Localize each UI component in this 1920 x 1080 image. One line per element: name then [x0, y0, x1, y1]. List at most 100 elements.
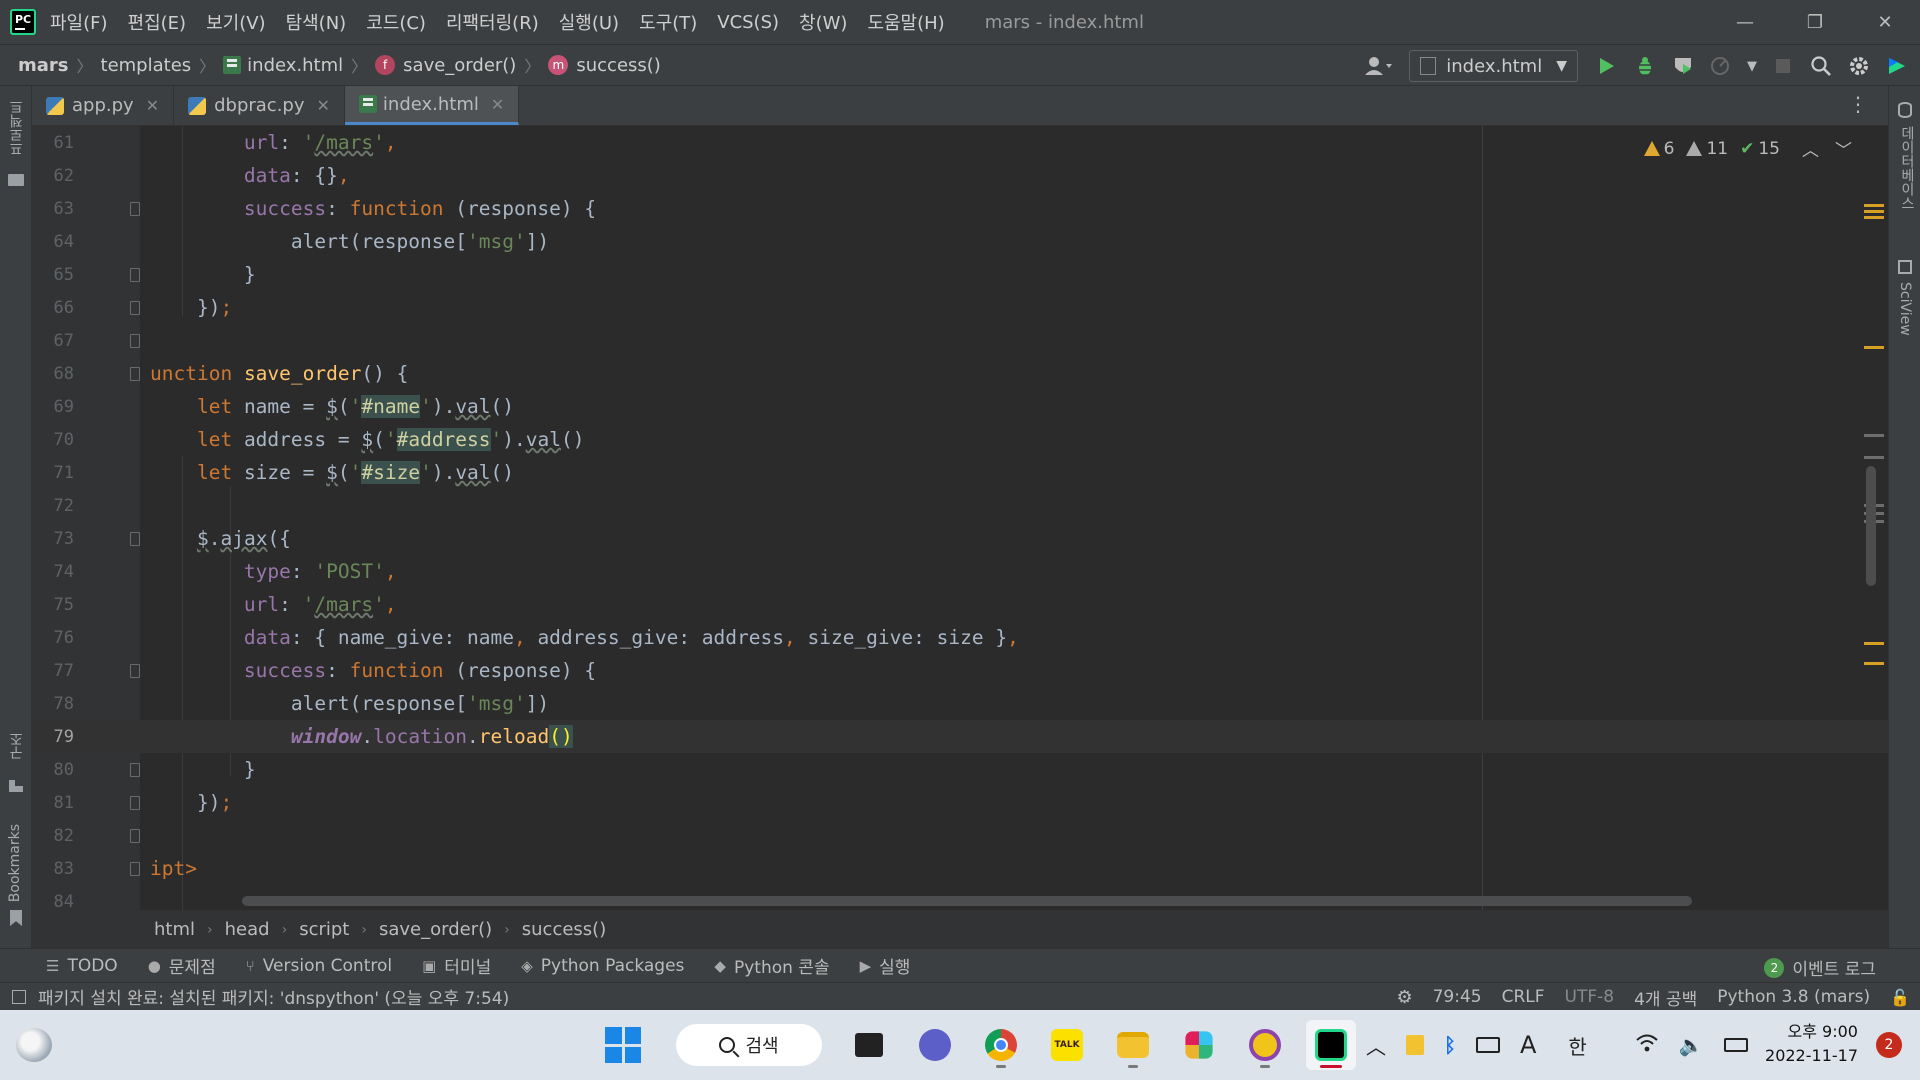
tab-index-html[interactable]: index.html ✕ [344, 86, 520, 125]
fold-marker-icon[interactable] [130, 366, 140, 381]
wifi-icon[interactable] [1635, 1033, 1659, 1058]
more-run-chevron-icon[interactable]: ▼ [1744, 51, 1760, 81]
warning-count[interactable]: 6 [1643, 139, 1674, 159]
error-stripe-mark[interactable] [1864, 434, 1884, 437]
fold-marker-icon[interactable] [130, 663, 140, 678]
version-control-tool-button[interactable]: ⑂ Version Control [246, 956, 392, 976]
ime-mode-icon[interactable]: A [1520, 1031, 1536, 1059]
fold-marker-icon[interactable] [130, 531, 140, 546]
error-stripe-mark[interactable] [1864, 642, 1884, 645]
menu-file[interactable]: 파일(F) [50, 9, 108, 35]
menu-window[interactable]: 창(W) [799, 9, 847, 35]
event-log-button[interactable]: 2 이벤트 로그 [1764, 955, 1876, 980]
nav-crumb-function[interactable]: f save_order() [375, 55, 516, 76]
menu-code[interactable]: 코드(C) [366, 9, 426, 35]
fold-marker-icon[interactable] [130, 795, 140, 810]
ime-korean-indicator[interactable]: 한 [1568, 1031, 1586, 1060]
menu-tools[interactable]: 도구(T) [639, 9, 697, 35]
weather-icon[interactable] [16, 1028, 52, 1062]
nav-crumb-method[interactable]: m success() [548, 55, 661, 76]
breadcrumb-item[interactable]: save_order() [379, 919, 492, 940]
breadcrumb-item[interactable]: head [225, 919, 270, 940]
task-view-button[interactable] [844, 1020, 894, 1070]
restore-button[interactable]: ❐ [1780, 0, 1850, 44]
weak-warning-count[interactable]: 11 [1686, 139, 1728, 159]
error-stripe-mark[interactable] [1864, 662, 1884, 665]
todo-tool-button[interactable]: ☰ TODO [46, 956, 118, 976]
tab-app-py[interactable]: app.py ✕ [32, 86, 175, 125]
breadcrumb-item[interactable]: html [154, 919, 195, 940]
error-stripe-mark[interactable] [1864, 346, 1884, 349]
close-icon[interactable]: ✕ [491, 95, 504, 114]
bluetooth-icon[interactable]: ᛒ [1444, 1033, 1456, 1057]
breadcrumb-item[interactable]: success() [522, 919, 606, 940]
pycharm-logo-icon[interactable]: PC [10, 9, 36, 35]
file-encoding[interactable]: UTF-8 [1565, 987, 1615, 1007]
menu-navigate[interactable]: 탐색(N) [286, 9, 347, 35]
user-icon[interactable] [1357, 51, 1401, 81]
terminal-tool-button[interactable]: ▣ 터미널 [422, 953, 491, 979]
search-icon[interactable] [1806, 51, 1836, 81]
nav-crumb-file[interactable]: index.html [223, 55, 343, 76]
jetbrains-toolbox-icon[interactable] [1882, 51, 1912, 81]
previous-highlight-icon[interactable]: ︿ [1802, 136, 1819, 161]
breadcrumb-item[interactable]: script [299, 919, 349, 940]
fold-marker-icon[interactable] [130, 762, 140, 777]
lock-icon[interactable] [1406, 1035, 1424, 1055]
kakaotalk-button[interactable]: TALK [1042, 1020, 1092, 1070]
coverage-icon[interactable] [1668, 51, 1698, 81]
start-button[interactable] [598, 1020, 648, 1070]
fold-marker-icon[interactable] [130, 861, 140, 876]
menu-view[interactable]: 보기(V) [206, 9, 265, 35]
volume-icon[interactable]: 🔈 [1679, 1033, 1704, 1057]
stop-icon[interactable] [1768, 51, 1798, 81]
gear-icon[interactable] [1844, 51, 1874, 81]
chevron-up-icon[interactable]: ︿ [1366, 1031, 1386, 1060]
error-stripe-mark[interactable] [1864, 456, 1884, 459]
close-icon[interactable]: ✕ [317, 96, 330, 115]
debug-icon[interactable] [1630, 51, 1660, 81]
menu-help[interactable]: 도움말(H) [867, 9, 944, 35]
teams-chat-button[interactable] [910, 1020, 960, 1070]
taskbar-clock[interactable]: 오후 9:00 2022-11-17 [1765, 1020, 1858, 1068]
run-config-selector[interactable]: index.html ▼ [1409, 50, 1578, 82]
run-tool-button[interactable]: ▶ 실행 [860, 953, 911, 979]
line-separator[interactable]: CRLF [1502, 987, 1545, 1007]
fold-marker-icon[interactable] [130, 333, 140, 348]
menu-refactor[interactable]: 리팩터링(R) [446, 9, 539, 35]
fold-marker-icon[interactable] [130, 201, 140, 216]
lock-icon[interactable]: 🔓 [1890, 988, 1910, 1007]
problems-tool-button[interactable]: ● 문제점 [148, 953, 216, 979]
profile-icon[interactable] [1706, 51, 1736, 81]
fold-marker-icon[interactable] [130, 828, 140, 843]
error-stripe-mark[interactable] [1864, 210, 1884, 213]
bookmarks-tool-tab[interactable]: Bookmarks [7, 824, 23, 902]
structure-tool-tab[interactable]: 구조 [7, 732, 27, 760]
sciview-tool-tab[interactable]: SciView [1897, 282, 1913, 336]
menu-run[interactable]: 실행(U) [559, 9, 619, 35]
menu-edit[interactable]: 편집(E) [128, 9, 187, 35]
more-vertical-icon[interactable]: ⋮ [1848, 92, 1868, 116]
error-stripe-mark[interactable] [1864, 204, 1884, 207]
notification-badge[interactable]: 2 [1876, 1032, 1902, 1058]
python-console-tool-button[interactable]: ◆ Python 콘솔 [714, 953, 829, 979]
inspection-eye-icon[interactable]: ⚙ [1396, 987, 1412, 1008]
run-icon[interactable] [1592, 51, 1622, 81]
next-highlight-icon[interactable]: ﹀ [1835, 136, 1852, 161]
keyboard-icon[interactable] [1476, 1037, 1500, 1053]
inspection-widget[interactable]: 6 11 ✔ 15 ︿ ﹀ [1632, 136, 1852, 161]
project-tool-tab[interactable]: 프로젝트 [7, 100, 27, 156]
slack-button[interactable] [1174, 1020, 1224, 1070]
database-tool-tab[interactable]: 데이터베이스 [1897, 126, 1917, 210]
typo-count[interactable]: ✔ 15 [1740, 139, 1780, 159]
chrome-button[interactable] [976, 1020, 1026, 1070]
code-editor[interactable]: 61 url: '/mars', 62 data: {}, 63 success… [32, 126, 1888, 910]
taskbar-search[interactable]: 검색 [676, 1024, 822, 1066]
close-icon[interactable]: ✕ [146, 96, 159, 115]
horizontal-scrollbar[interactable] [242, 896, 1692, 906]
file-explorer-button[interactable] [1108, 1020, 1158, 1070]
menu-vcs[interactable]: VCS(S) [717, 12, 779, 33]
error-stripe-mark[interactable] [1864, 216, 1884, 219]
nav-crumb-project[interactable]: mars [18, 55, 69, 76]
close-button[interactable]: ✕ [1850, 0, 1920, 44]
